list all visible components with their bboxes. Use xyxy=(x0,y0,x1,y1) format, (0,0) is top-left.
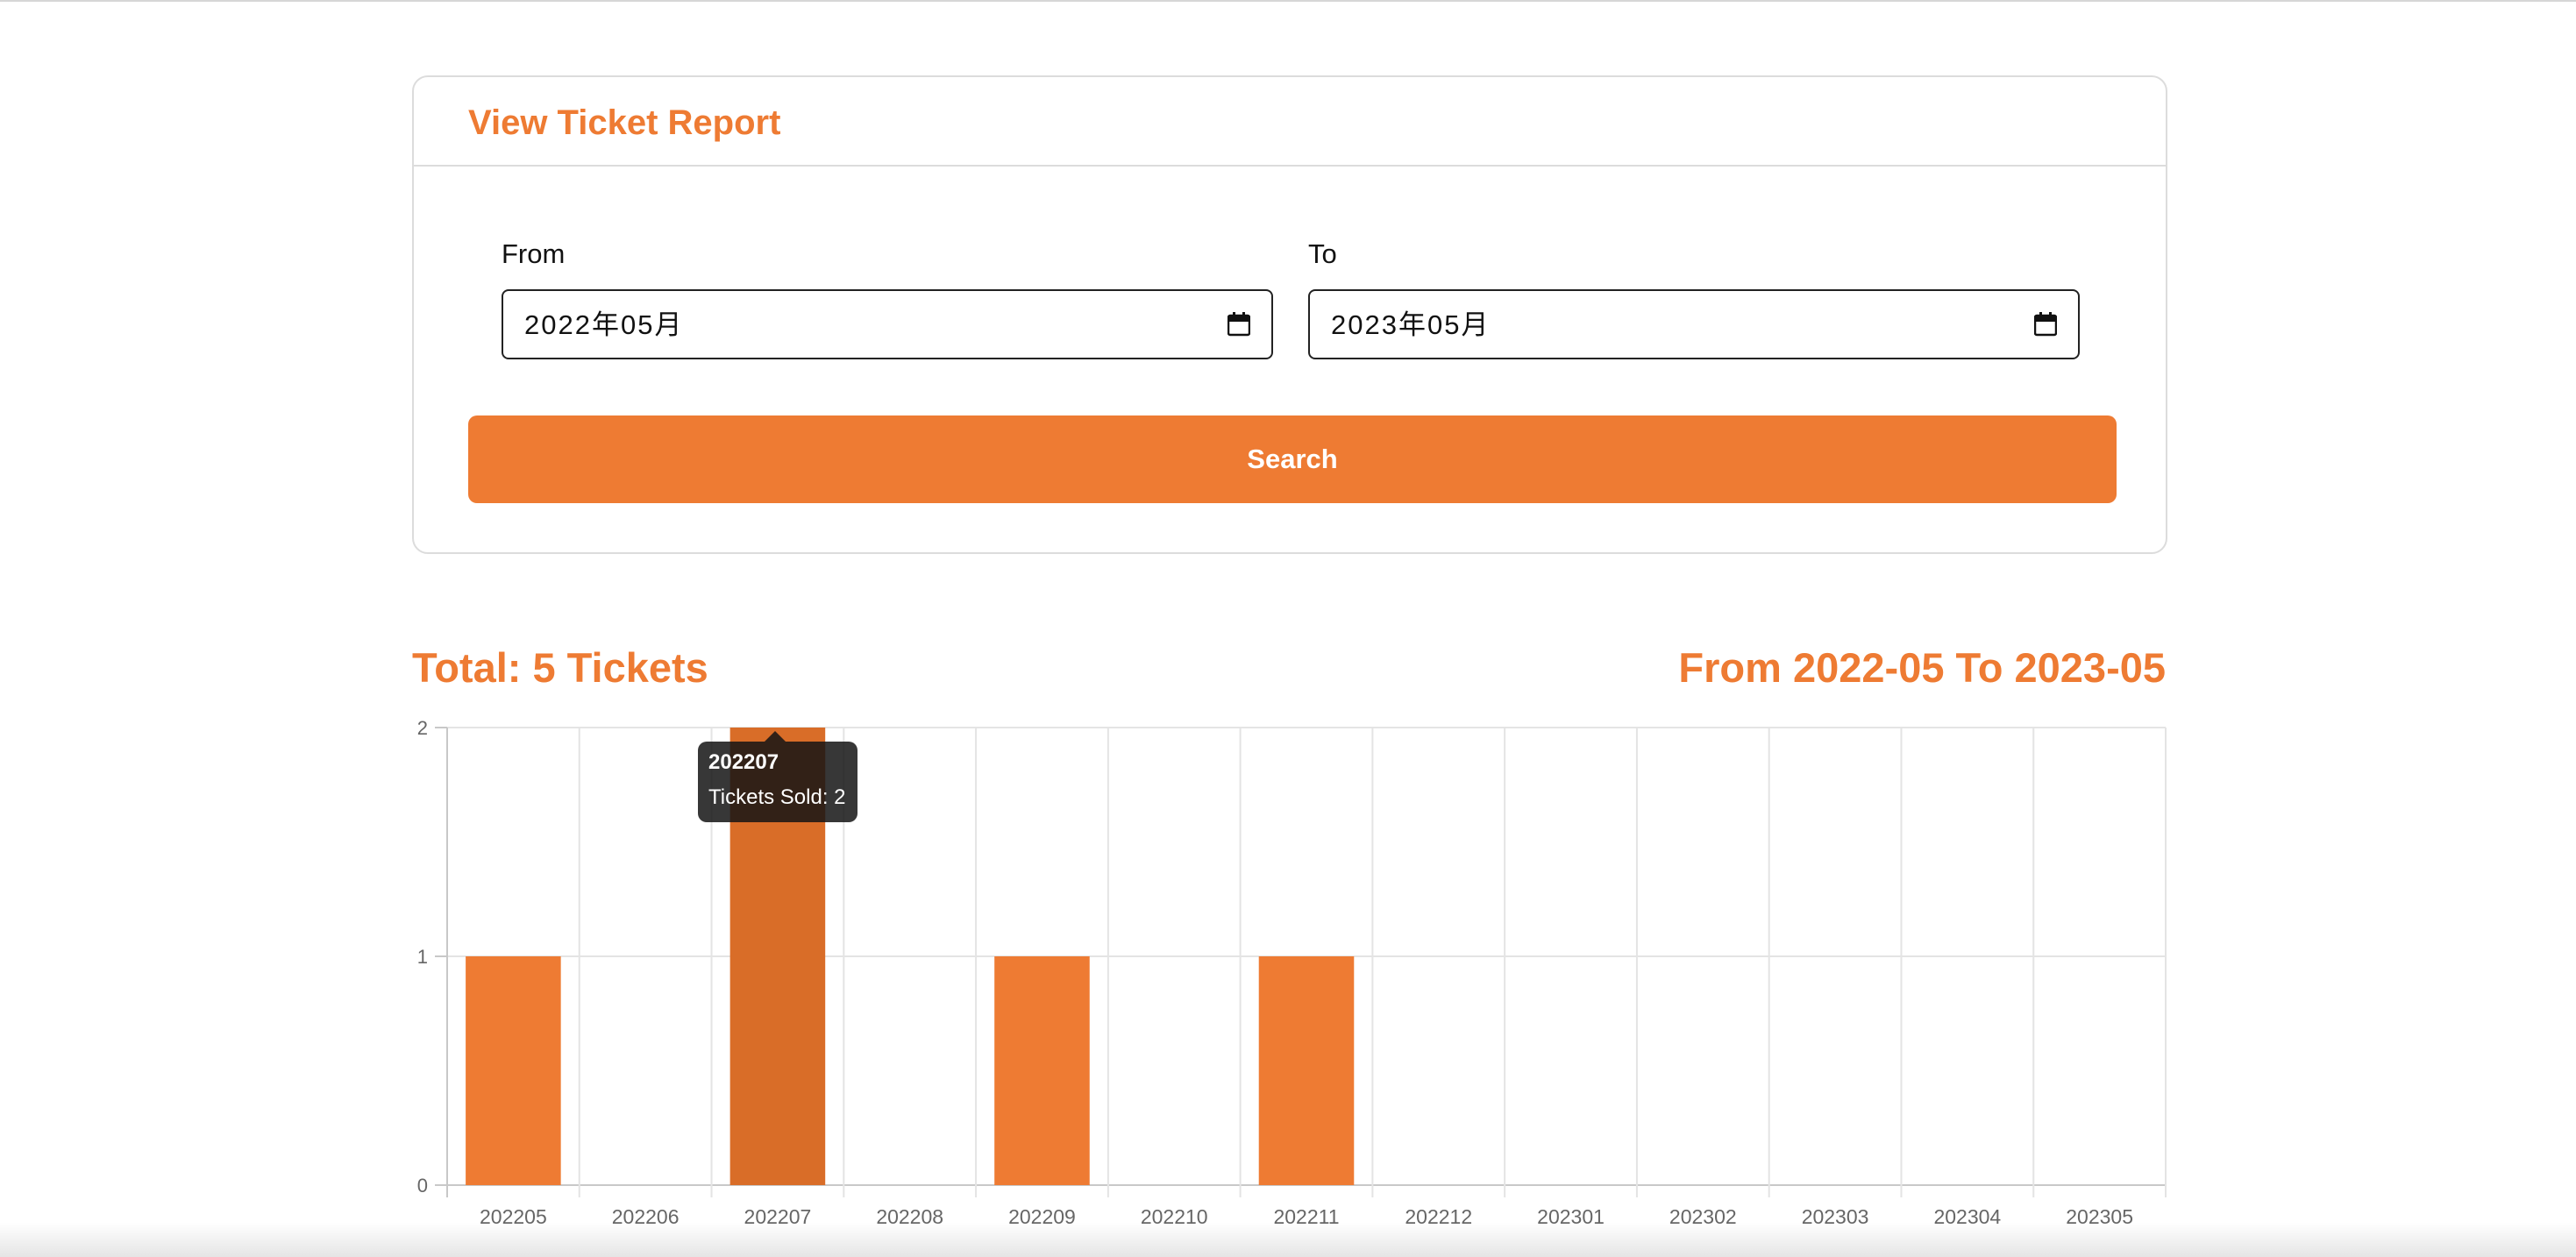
tooltip-body: Tickets Sold: 2 xyxy=(708,785,846,809)
ticket-bar-chart: 012202205 202206 202207 202208 202209 202210 2… xyxy=(417,717,2167,1228)
y-tick-label: 1 xyxy=(417,946,428,968)
y-tick-label: 2 xyxy=(417,717,428,739)
tooltip-title: 202207 xyxy=(708,750,779,774)
bar xyxy=(1258,956,1355,1185)
tooltip-arrow xyxy=(765,731,786,742)
bar-tooltip: 202207 Tickets Sold: 2 xyxy=(698,742,857,822)
bottom-shadow xyxy=(0,1222,2576,1257)
bar xyxy=(466,956,561,1185)
bar xyxy=(994,956,1090,1185)
y-tick-label: 0 xyxy=(417,1175,428,1197)
